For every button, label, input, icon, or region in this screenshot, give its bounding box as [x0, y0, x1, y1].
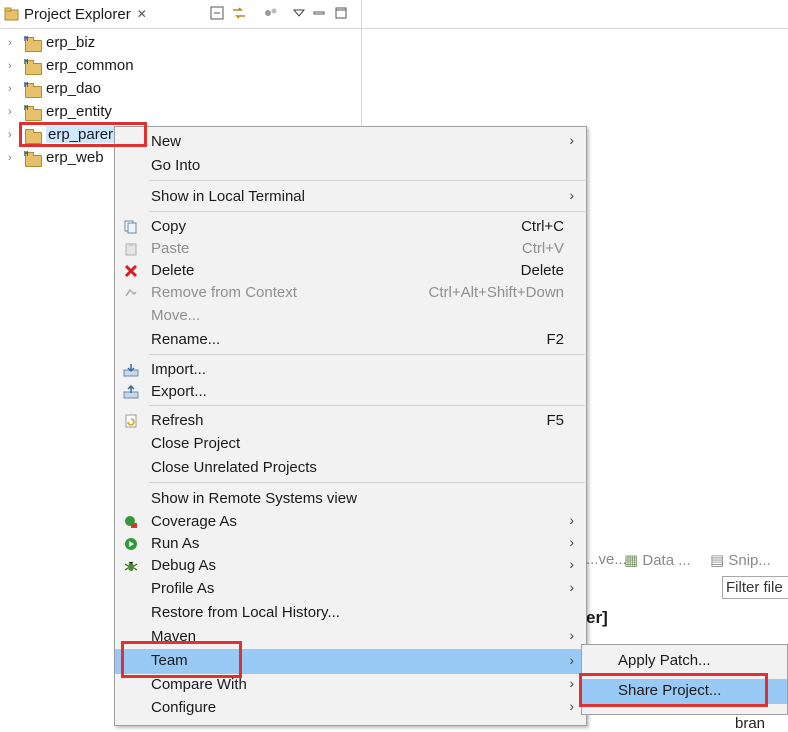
link-with-editor-icon[interactable] [230, 4, 248, 22]
expand-arrow-icon[interactable]: › [8, 106, 18, 118]
maven-project-icon: M [24, 81, 42, 98]
submenu-arrow-icon: › [569, 652, 574, 668]
debug-bug-icon [123, 558, 139, 574]
filters-icon[interactable] [262, 4, 280, 22]
menu-item-run-as[interactable]: Run As › [115, 533, 586, 555]
export-icon [123, 384, 139, 400]
expand-arrow-icon[interactable]: › [8, 129, 18, 141]
tree-item-erp-common[interactable]: › M erp_common [0, 54, 134, 77]
menu-separator [149, 482, 585, 483]
tree-item-erp-entity[interactable]: › M erp_entity [0, 100, 112, 123]
menu-item-import[interactable]: Import... [115, 359, 586, 381]
bottom-tab-1[interactable]: ...ve... [586, 551, 627, 568]
submenu-arrow-icon: › [569, 132, 574, 148]
view-tabbar: Project Explorer ✕ [0, 0, 361, 29]
menu-item-rename[interactable]: Rename... F2 [115, 329, 586, 351]
data-source-icon: ▦ [624, 552, 639, 569]
coverage-icon [123, 514, 139, 530]
annotation-box-share-project [579, 673, 768, 707]
menu-separator [149, 211, 585, 212]
heading-fragment: er] [586, 608, 608, 627]
bottom-view-tabs: ...ve... ▦ Data ... ▤ Snip... [586, 548, 788, 574]
project-explorer-tab[interactable]: Project Explorer ✕ [0, 0, 164, 28]
menu-item-show-in-local-terminal[interactable]: Show in Local Terminal › [115, 186, 586, 208]
expand-arrow-icon[interactable]: › [8, 83, 18, 95]
collapse-all-icon[interactable] [208, 4, 226, 22]
data-tab[interactable]: ▦ Data ... [624, 551, 691, 569]
delete-x-icon [123, 263, 139, 279]
menu-item-configure[interactable]: Configure › [115, 697, 586, 719]
submenu-arrow-icon: › [569, 698, 574, 714]
view-menu-icon[interactable] [290, 4, 308, 22]
maven-project-icon: M [24, 104, 42, 121]
submenu-arrow-icon: › [569, 556, 574, 572]
menu-separator [149, 405, 585, 406]
annotation-box-project [19, 122, 147, 147]
menu-item-profile-as[interactable]: Profile As › [115, 578, 586, 600]
menu-item-remove-from-context[interactable]: Remove from Context Ctrl+Alt+Shift+Down [115, 282, 586, 304]
submenu-arrow-icon: › [569, 512, 574, 528]
paste-icon [123, 241, 139, 257]
editor-area-tabbar [362, 0, 788, 29]
filter-files-input[interactable]: Filter file [722, 576, 788, 599]
submenu-arrow-icon: › [569, 534, 574, 550]
menu-item-close-unrelated-projects[interactable]: Close Unrelated Projects [115, 457, 586, 479]
import-icon [123, 362, 139, 378]
menu-item-apply-patch[interactable]: Apply Patch... [582, 650, 787, 672]
project-explorer-icon [4, 7, 19, 21]
snippets-tab[interactable]: ▤ Snip... [710, 551, 771, 569]
tree-item-erp-web[interactable]: › M erp_web [0, 146, 104, 169]
menu-item-restore-from-local-history[interactable]: Restore from Local History... [115, 602, 586, 624]
view-title: Project Explorer [24, 5, 131, 23]
menu-separator [149, 354, 585, 355]
tree-item-erp-dao[interactable]: › M erp_dao [0, 77, 101, 100]
snippets-icon: ▤ [710, 552, 725, 569]
expand-arrow-icon[interactable]: › [8, 60, 18, 72]
menu-item-close-project[interactable]: Close Project [115, 433, 586, 455]
remove-context-icon [123, 285, 139, 301]
expand-arrow-icon[interactable]: › [8, 152, 18, 164]
expand-arrow-icon[interactable]: › [8, 37, 18, 49]
minimize-icon[interactable] [310, 4, 328, 22]
submenu-arrow-icon: › [569, 675, 574, 691]
run-icon [123, 536, 139, 552]
submenu-arrow-icon: › [569, 187, 574, 203]
submenu-arrow-icon: › [569, 627, 574, 643]
menu-separator [149, 180, 585, 181]
menu-item-refresh[interactable]: Refresh F5 [115, 410, 586, 432]
maven-project-icon: M [24, 150, 42, 167]
menu-item-show-in-remote-systems[interactable]: Show in Remote Systems view [115, 488, 586, 510]
menu-item-coverage-as[interactable]: Coverage As › [115, 511, 586, 533]
menu-item-delete[interactable]: Delete Delete [115, 260, 586, 282]
maven-project-icon: M [24, 58, 42, 75]
menu-item-debug-as[interactable]: Debug As › [115, 555, 586, 577]
menu-item-go-into[interactable]: Go Into [115, 155, 586, 177]
menu-item-copy[interactable]: Copy Ctrl+C [115, 216, 586, 238]
menu-item-move[interactable]: Move... [115, 305, 586, 327]
refresh-icon [123, 413, 139, 429]
annotation-box-team [121, 641, 242, 678]
menu-item-export[interactable]: Export... [115, 381, 586, 403]
copy-icon [123, 219, 139, 235]
maximize-icon[interactable] [332, 4, 350, 22]
context-menu: New › Go Into Show in Local Terminal › C… [114, 126, 587, 726]
submenu-arrow-icon: › [569, 579, 574, 595]
maven-project-icon: M [24, 35, 42, 52]
menu-item-new[interactable]: New › [115, 131, 586, 153]
close-view-icon[interactable]: ✕ [137, 7, 147, 21]
tree-item-erp-biz[interactable]: › M erp_biz [0, 31, 95, 54]
menu-item-paste[interactable]: Paste Ctrl+V [115, 238, 586, 260]
